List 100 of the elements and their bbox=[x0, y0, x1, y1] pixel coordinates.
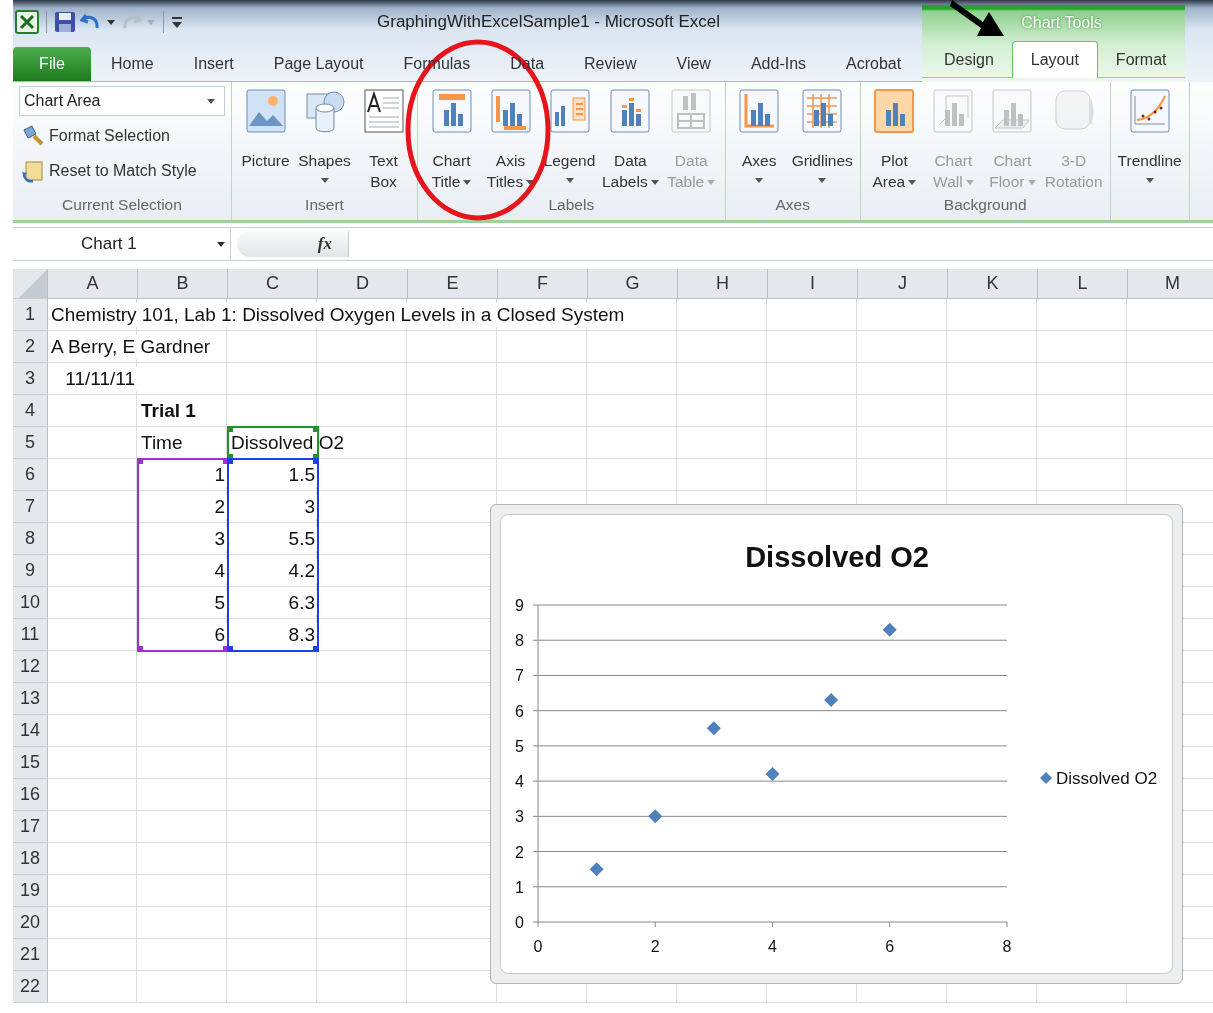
cell-text: 4 bbox=[214, 558, 227, 583]
ribbon-button[interactable]: Legend bbox=[540, 88, 599, 196]
ribbon-tab[interactable]: Review bbox=[564, 47, 657, 81]
text-box-icon bbox=[362, 88, 405, 134]
row-header[interactable]: 5 bbox=[13, 427, 48, 459]
group-label: Current Selection bbox=[61, 196, 183, 215]
ribbon-tab[interactable]: Home bbox=[91, 47, 174, 81]
bar-chart-icon bbox=[670, 88, 713, 134]
ribbon-button[interactable]: Plot Area bbox=[864, 88, 924, 196]
ribbon-tab[interactable]: File bbox=[13, 47, 91, 81]
axis-tick-label: 0 bbox=[515, 914, 524, 931]
row-header[interactable]: 8 bbox=[13, 523, 48, 555]
column-header[interactable]: M bbox=[1128, 269, 1213, 299]
cell-text: 6.3 bbox=[288, 590, 317, 615]
column-header[interactable]: J bbox=[858, 269, 948, 299]
row-header[interactable]: 2 bbox=[13, 331, 48, 363]
ribbon-tab[interactable]: View bbox=[656, 47, 731, 81]
ribbon-tab[interactable]: Insert bbox=[173, 47, 254, 81]
ribbon-button[interactable]: Axes bbox=[729, 88, 789, 196]
row-header[interactable]: 18 bbox=[13, 843, 48, 875]
cell-text: 5.5 bbox=[288, 526, 317, 551]
row-header[interactable]: 22 bbox=[13, 971, 48, 1003]
row-header[interactable]: 14 bbox=[13, 715, 48, 747]
ribbon-button[interactable]: Trendline bbox=[1114, 88, 1185, 196]
column-header[interactable]: D bbox=[318, 269, 408, 299]
ribbon-tab[interactable]: Format bbox=[1097, 43, 1185, 77]
column-header[interactable]: L bbox=[1038, 269, 1128, 299]
name-box-value: Chart 1 bbox=[81, 234, 137, 254]
row-header[interactable]: 11 bbox=[13, 619, 48, 651]
cell-text: 4.2 bbox=[288, 558, 317, 583]
row-header[interactable]: 4 bbox=[13, 395, 48, 427]
spreadsheet-app-icon[interactable] bbox=[15, 10, 39, 35]
context-tab-label: Chart Tools bbox=[1021, 13, 1102, 32]
ribbon-tab[interactable]: Layout bbox=[1011, 41, 1098, 78]
selection-dropdown[interactable]: Chart Area bbox=[19, 86, 225, 116]
ribbon-button[interactable]: Data Labels bbox=[599, 88, 662, 196]
column-header[interactable]: G bbox=[588, 269, 678, 299]
caret-icon[interactable] bbox=[206, 97, 216, 105]
bar-chart-icon bbox=[609, 88, 652, 134]
column-header[interactable]: C bbox=[228, 269, 318, 299]
column-header[interactable]: I bbox=[768, 269, 858, 299]
command-button[interactable]: Reset to Match Style bbox=[19, 156, 225, 186]
ribbon-tab[interactable]: Design bbox=[926, 43, 1012, 77]
chart-area[interactable]: Dissolved O2 0 1 2 3 4 5 6 7 8 9 0 2 4 6 8 Dissolved O2 bbox=[490, 504, 1183, 984]
axis-tick-label: 8 bbox=[515, 632, 524, 650]
row-header[interactable]: 17 bbox=[13, 811, 48, 843]
axis-tick-label: 6 bbox=[885, 938, 895, 955]
ribbon-button[interactable]: Gridlines bbox=[788, 88, 856, 196]
row-header[interactable]: 21 bbox=[13, 939, 48, 971]
row-header[interactable]: 9 bbox=[13, 555, 48, 587]
column-header[interactable]: F bbox=[498, 269, 588, 299]
data-point[interactable] bbox=[765, 767, 780, 782]
save-icon[interactable] bbox=[54, 11, 76, 34]
row-header[interactable]: 20 bbox=[13, 907, 48, 939]
command-button[interactable]: Format Selection bbox=[19, 121, 225, 151]
data-point[interactable] bbox=[824, 693, 839, 708]
column-header[interactable]: H bbox=[678, 269, 768, 299]
ribbon-button[interactable]: Text Box bbox=[354, 88, 413, 196]
row-header[interactable]: 3 bbox=[13, 363, 48, 395]
axis-tick-label: 2 bbox=[515, 843, 524, 861]
data-point[interactable] bbox=[589, 862, 604, 877]
window-title: GraphingWithExcelSample1 - Microsoft Excel bbox=[377, 12, 720, 33]
ribbon-button[interactable]: Picture bbox=[236, 88, 295, 196]
column-header[interactable]: K bbox=[948, 269, 1038, 299]
row-header[interactable]: 6 bbox=[13, 459, 48, 491]
group-label: Insert bbox=[304, 196, 345, 215]
legend-label[interactable]: Dissolved O2 bbox=[1056, 769, 1158, 788]
row-header[interactable]: 16 bbox=[13, 779, 48, 811]
bar-chart-icon bbox=[548, 88, 591, 134]
axis-tick-label: 4 bbox=[768, 938, 777, 955]
row-header[interactable]: 19 bbox=[13, 875, 48, 907]
row-header[interactable]: 13 bbox=[13, 683, 48, 715]
name-box[interactable]: Chart 1 bbox=[13, 229, 231, 259]
brush-icon bbox=[21, 124, 45, 148]
axis-tick-label: 4 bbox=[515, 773, 524, 791]
column-header[interactable]: E bbox=[408, 269, 498, 299]
column-header[interactable]: B bbox=[138, 269, 228, 299]
row-header[interactable]: 1 bbox=[13, 299, 48, 331]
ribbon-tab[interactable]: Acrobat bbox=[826, 47, 922, 81]
ribbon-button[interactable]: Shapes bbox=[295, 88, 354, 196]
data-point[interactable] bbox=[882, 622, 897, 637]
row-header[interactable]: 10 bbox=[13, 587, 48, 619]
shapes-icon bbox=[303, 88, 346, 134]
data-point[interactable] bbox=[706, 721, 721, 736]
caret-icon[interactable] bbox=[106, 18, 116, 27]
axis-tick-label: 0 bbox=[533, 938, 543, 955]
row-header[interactable]: 7 bbox=[13, 491, 48, 523]
ribbon-button[interactable]: Chart Title bbox=[422, 88, 481, 196]
row-header[interactable]: 15 bbox=[13, 747, 48, 779]
caret-icon[interactable] bbox=[216, 240, 226, 248]
data-point[interactable] bbox=[648, 809, 663, 824]
ribbon-button[interactable]: Axis Titles bbox=[481, 88, 540, 196]
ribbon-tab[interactable]: Add-Ins bbox=[730, 47, 827, 81]
row-header[interactable]: 12 bbox=[13, 651, 48, 683]
column-header[interactable]: A bbox=[48, 269, 138, 299]
group-label: Labels bbox=[547, 196, 596, 215]
ribbon-tab[interactable]: Page Layout bbox=[253, 47, 384, 81]
axis-tick-label: 1 bbox=[515, 878, 524, 896]
chart-title[interactable]: Dissolved O2 bbox=[745, 541, 929, 573]
bar-chart-icon bbox=[489, 88, 532, 134]
